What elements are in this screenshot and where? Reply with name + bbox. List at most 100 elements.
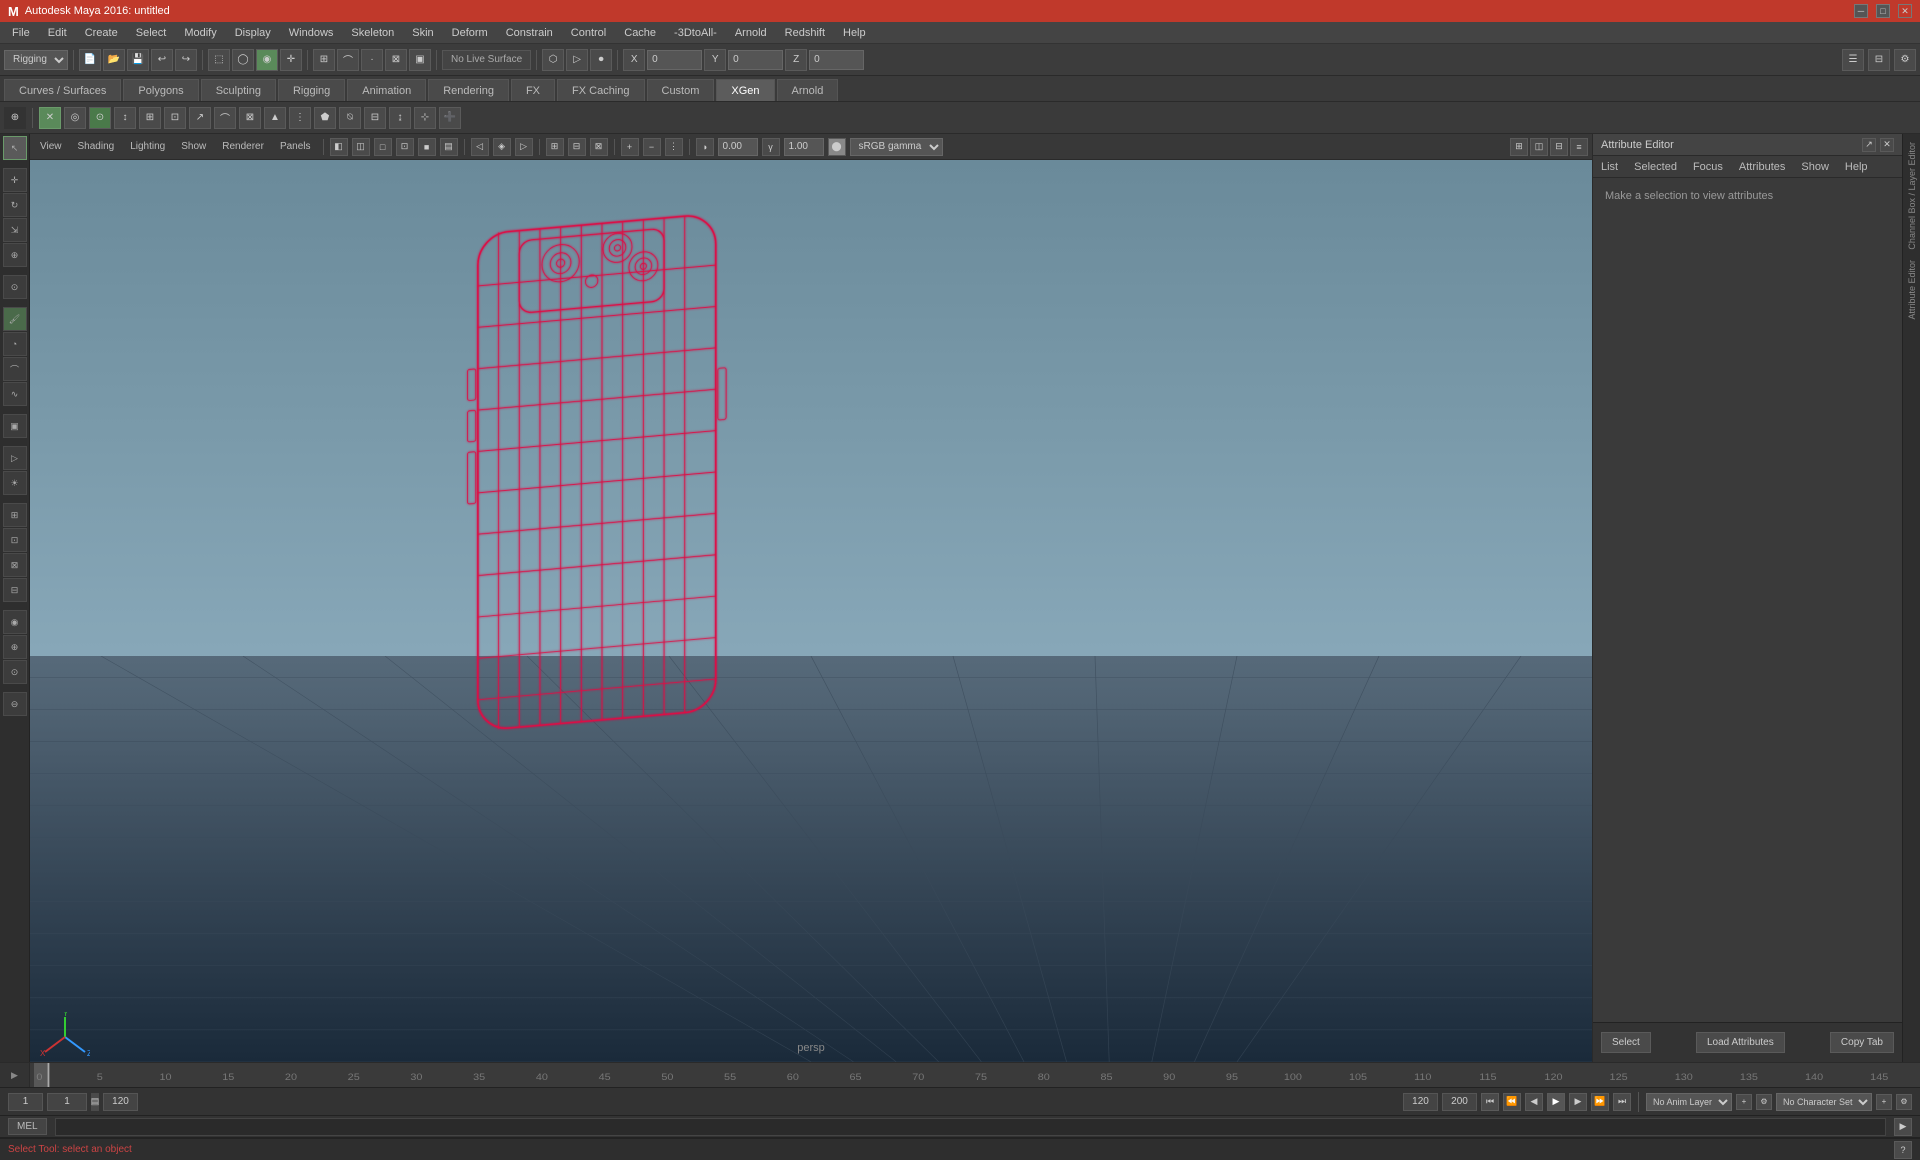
tab-rigging[interactable]: Rigging — [278, 79, 345, 101]
shelf-tool-11[interactable]: ⋮ — [289, 107, 311, 129]
vt-wireframe[interactable]: ⊡ — [396, 138, 414, 156]
menu-arnold[interactable]: Arnold — [727, 23, 775, 43]
shelf-tool-4[interactable]: ↕ — [114, 107, 136, 129]
menu-3dtoall[interactable]: -3DtoAll- — [666, 23, 725, 43]
menu-windows[interactable]: Windows — [281, 23, 342, 43]
shelf-btn-home[interactable]: ⊕ — [4, 107, 26, 129]
shelf-tool-14[interactable]: ⊟ — [364, 107, 386, 129]
y-axis[interactable]: Y — [704, 49, 726, 71]
gamma-select[interactable]: sRGB gamma — [850, 138, 943, 156]
menu-cache[interactable]: Cache — [616, 23, 664, 43]
vt-gamma-icon[interactable]: γ — [762, 138, 780, 156]
tab-xgen[interactable]: XGen — [716, 79, 774, 101]
tab-polygons[interactable]: Polygons — [123, 79, 198, 101]
vt-layout3[interactable]: ≡ — [1570, 138, 1588, 156]
exposure-value[interactable] — [718, 138, 758, 156]
mel-tab[interactable]: MEL — [8, 1118, 47, 1135]
load-attributes-button[interactable]: Load Attributes — [1696, 1032, 1785, 1053]
vt-camera[interactable]: ◫ — [352, 138, 370, 156]
ae-tab-help[interactable]: Help — [1841, 159, 1872, 175]
menu-select[interactable]: Select — [128, 23, 175, 43]
menu-redshift[interactable]: Redshift — [777, 23, 833, 43]
play-btn[interactable]: ▶ — [1547, 1093, 1565, 1111]
menu-skeleton[interactable]: Skeleton — [343, 23, 402, 43]
vt-hud[interactable]: ⊞ — [546, 138, 564, 156]
vt-plus[interactable]: + — [621, 138, 639, 156]
show-ik[interactable]: ⊟ — [3, 578, 27, 602]
next-key-btn[interactable]: ⏩ — [1591, 1093, 1609, 1111]
shelf-tool-5[interactable]: ⊞ — [139, 107, 161, 129]
misc-btn-2[interactable]: ⊕ — [3, 635, 27, 659]
vt-layout2[interactable]: ⊟ — [1550, 138, 1568, 156]
redo-button[interactable]: ↪ — [175, 49, 197, 71]
close-button[interactable]: ✕ — [1898, 4, 1912, 18]
snap-grid[interactable]: ⊞ — [313, 49, 335, 71]
menu-file[interactable]: File — [4, 23, 38, 43]
show-grid[interactable]: ⊞ — [3, 503, 27, 527]
show-heads[interactable]: ⊡ — [3, 528, 27, 552]
char-set-btn-2[interactable]: ⚙ — [1896, 1094, 1912, 1110]
shelf-tool-15[interactable]: ↨ — [389, 107, 411, 129]
vt-next[interactable]: ▷ — [515, 138, 533, 156]
attr-editor-label[interactable]: Attribute Editor — [1905, 256, 1919, 324]
ae-tab-selected[interactable]: Selected — [1630, 159, 1681, 175]
shelf-tool-10[interactable]: ▲ — [264, 107, 286, 129]
snap-surface[interactable]: ▣ — [409, 49, 431, 71]
attr-editor-toggle[interactable]: ⊟ — [1868, 49, 1890, 71]
next-frame-btn[interactable]: ▶ — [1569, 1093, 1587, 1111]
vt-show[interactable]: Show — [175, 139, 212, 154]
snap-curve[interactable]: ⌒ — [337, 49, 359, 71]
vt-panels[interactable]: Panels — [274, 139, 317, 154]
go-to-start-btn[interactable]: ⏮ — [1481, 1093, 1499, 1111]
viewport-3d[interactable]: persp Z Y X — [30, 160, 1592, 1062]
x-input[interactable] — [647, 50, 702, 70]
tab-sculpting[interactable]: Sculpting — [201, 79, 276, 101]
menu-deform[interactable]: Deform — [444, 23, 496, 43]
y-input[interactable] — [728, 50, 783, 70]
tab-arnold[interactable]: Arnold — [777, 79, 839, 101]
vt-render[interactable]: □ — [374, 138, 392, 156]
shelf-tool-7[interactable]: ↗ — [189, 107, 211, 129]
menu-modify[interactable]: Modify — [176, 23, 224, 43]
display-mode[interactable]: ▣ — [3, 414, 27, 438]
bottom-btn[interactable]: ⊖ — [3, 692, 27, 716]
menu-skin[interactable]: Skin — [404, 23, 441, 43]
script-run-btn[interactable]: ▶ — [1894, 1118, 1912, 1136]
vt-shading[interactable]: Shading — [72, 139, 121, 154]
light-tool[interactable]: ☀ — [3, 471, 27, 495]
shelf-tool-2[interactable]: ◎ — [64, 107, 86, 129]
z-axis[interactable]: Z — [785, 49, 807, 71]
move-tool[interactable]: ✛ — [280, 49, 302, 71]
vt-smooth[interactable]: ■ — [418, 138, 436, 156]
snap-point[interactable]: · — [361, 49, 383, 71]
z-input[interactable] — [809, 50, 864, 70]
vt-exposure[interactable]: ◑ — [696, 138, 714, 156]
anim-layer-btn-1[interactable]: + — [1736, 1094, 1752, 1110]
ae-tab-attributes[interactable]: Attributes — [1735, 159, 1789, 175]
timeline-area[interactable]: ▶ 0 5 10 15 20 25 30 35 40 — [0, 1062, 1920, 1088]
char-set-btn[interactable]: + — [1876, 1094, 1892, 1110]
vt-more[interactable]: ⋮ — [665, 138, 683, 156]
vt-view[interactable]: View — [34, 139, 68, 154]
select-tool[interactable]: ⬚ — [208, 49, 230, 71]
vt-flat[interactable]: ▤ — [440, 138, 458, 156]
menu-edit[interactable]: Edit — [40, 23, 75, 43]
menu-display[interactable]: Display — [227, 23, 279, 43]
shelf-tool-6[interactable]: ⊡ — [164, 107, 186, 129]
menu-create[interactable]: Create — [77, 23, 126, 43]
copy-tab-button[interactable]: Copy Tab — [1830, 1032, 1894, 1053]
shelf-tool-1[interactable]: ✕ — [39, 107, 61, 129]
minimize-button[interactable]: ─ — [1854, 4, 1868, 18]
show-joints[interactable]: ⊠ — [3, 553, 27, 577]
shelf-tool-8[interactable]: ⌒ — [214, 107, 236, 129]
prev-key-btn[interactable]: ⏪ — [1503, 1093, 1521, 1111]
snap-view[interactable]: ⊠ — [385, 49, 407, 71]
end-frame-input[interactable] — [103, 1093, 138, 1111]
shelf-tool-3[interactable]: ⊙ — [89, 107, 111, 129]
prev-frame-btn[interactable]: ◀ — [1525, 1093, 1543, 1111]
ae-tab-focus[interactable]: Focus — [1689, 159, 1727, 175]
render-view[interactable]: ▷ — [566, 49, 588, 71]
help-btn[interactable]: ? — [1894, 1141, 1912, 1159]
menu-constrain[interactable]: Constrain — [498, 23, 561, 43]
rotate-tool-btn[interactable]: ↻ — [3, 193, 27, 217]
